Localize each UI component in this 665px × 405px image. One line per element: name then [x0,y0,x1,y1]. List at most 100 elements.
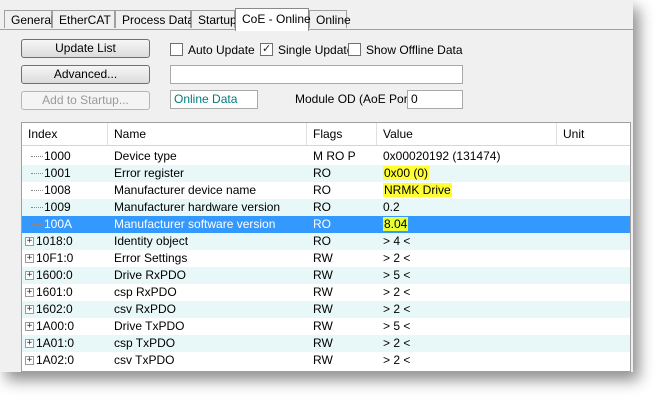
module-od-label: Module OD (AoE Port): [295,92,419,106]
module-od-input[interactable]: 0 [407,90,463,109]
tab-process-data[interactable]: Process Data [115,10,194,28]
table-header: Index Name Flags Value Unit [22,123,630,146]
highlighted-value: NRMK Drive [383,183,452,197]
show-offline-data-checkbox[interactable]: Show Offline Data [348,42,463,58]
table-row[interactable]: +1A01:0 csp TxPDO RW > 2 < [22,335,630,352]
cell-flags: RW [313,336,333,350]
cell-flags: RW [313,285,333,299]
cell-value: > 5 < [383,319,411,333]
cell-flags: RW [313,268,333,282]
expand-icon[interactable]: + [25,356,34,365]
coe-object-table: Index Name Flags Value Unit 1000 Device t… [21,122,631,372]
table-row[interactable]: +1600:0 Drive RxPDO RW > 5 < [22,267,630,284]
expand-icon[interactable]: + [25,254,34,263]
cell-name: csp TxPDO [114,336,176,350]
cell-index: 1A01:0 [36,336,75,350]
cell-index: 1600:0 [36,268,73,282]
cell-flags: RO [313,234,331,248]
table-row[interactable]: 1008 Manufacturer device name RO NRMK Drive [22,182,630,199]
tab-bar: General EtherCAT Process Data Startup Co… [0,8,633,31]
cell-flags: RO [313,217,331,231]
cell-index: 1601:0 [36,285,73,299]
tab-general[interactable]: General [4,10,54,28]
cell-index: 1018:0 [36,234,73,248]
tab-ethercat[interactable]: EtherCAT [52,10,115,28]
cell-index: 1009 [44,200,71,214]
cell-index: 100A [44,217,73,231]
table-row[interactable]: +1A02:0 csv TxPDO RW > 2 < [22,352,630,369]
highlighted-value: 8.04 [383,217,409,231]
show-offline-data-box[interactable] [348,43,361,56]
cell-value: 8.04 [383,216,409,233]
cell-flags: RO [313,200,331,214]
table-row[interactable]: 100A Manufacturer software version RO 8.04 [22,216,630,233]
auto-update-box[interactable] [170,43,183,56]
tree-line [31,173,43,174]
tab-coe-online[interactable]: CoE - Online [235,8,311,31]
cell-value: 0x00020192 (131474) [383,149,501,163]
expand-icon[interactable]: + [25,322,34,331]
cell-name: Drive TxPDO [114,319,185,333]
advanced-button[interactable]: Advanced... [21,65,150,84]
expand-icon[interactable]: + [25,271,34,280]
expand-icon[interactable]: + [25,237,34,246]
cell-value: > 2 < [383,285,411,299]
cell-value: > 2 < [383,336,411,350]
cell-value: NRMK Drive [383,182,452,199]
table-row[interactable]: +1601:0 csp RxPDO RW > 2 < [22,284,630,301]
cell-name: Manufacturer hardware version [114,200,281,214]
cell-flags: RO [313,166,331,180]
cell-flags: RW [313,251,333,265]
expand-icon[interactable]: + [25,339,34,348]
cell-index: 1A02:0 [36,353,75,367]
cell-name: Manufacturer software version [114,217,276,231]
tree-line [31,190,43,191]
advanced-info-field[interactable] [170,65,463,84]
show-offline-data-label: Show Offline Data [366,43,463,57]
cell-name: Drive RxPDO [114,268,187,282]
update-list-button[interactable]: Update List [21,39,150,58]
expand-icon[interactable]: + [25,288,34,297]
tab-startup[interactable]: Startup [191,10,237,28]
cell-value: 0x00 (0) [383,165,430,182]
auto-update-checkbox[interactable]: Auto Update [170,42,255,58]
table-row[interactable]: +10F1:0 Error Settings RW > 2 < [22,250,630,267]
tree-line [31,207,43,208]
cell-value: 0.2 [383,200,400,214]
auto-update-label: Auto Update [188,43,255,57]
cell-flags: RW [313,319,333,333]
cell-index: 1008 [44,183,71,197]
add-to-startup-button[interactable]: Add to Startup... [21,91,150,110]
cell-index: 1602:0 [36,302,73,316]
table-row[interactable]: 1000 Device type M RO P 0x00020192 (131474) [22,148,630,165]
tree-line [31,224,43,225]
column-header-flags[interactable]: Flags [307,123,377,145]
table-row[interactable]: +1018:0 Identity object RO > 4 < [22,233,630,250]
table-row[interactable]: +1602:0 csv RxPDO RW > 2 < [22,301,630,318]
table-row[interactable]: +1A00:0 Drive TxPDO RW > 5 < [22,318,630,335]
column-header-value[interactable]: Value [377,123,557,145]
tree-line [31,156,43,157]
online-data-field: Online Data [170,90,258,109]
highlighted-value: 0x00 (0) [383,166,430,180]
cell-flags: RW [313,353,333,367]
coe-online-window: General EtherCAT Process Data Startup Co… [0,0,633,372]
cell-name: Error register [114,166,185,180]
cell-name: Manufacturer device name [114,183,257,197]
column-header-name[interactable]: Name [108,123,307,145]
cell-value: > 5 < [383,268,411,282]
single-update-label: Single Update [278,43,354,57]
tab-online[interactable]: Online [309,10,351,28]
cell-name: Device type [114,149,177,163]
column-header-index[interactable]: Index [22,123,108,145]
coe-online-panel: Update List Advanced... Add to Startup..… [3,30,631,372]
single-update-checkbox[interactable]: Single Update [260,41,354,58]
cell-index: 1000 [44,149,71,163]
cell-name: Identity object [114,234,189,248]
table-row[interactable]: 1001 Error register RO 0x00 (0) [22,165,630,182]
column-header-unit[interactable]: Unit [557,123,630,145]
table-row[interactable]: 1009 Manufacturer hardware version RO 0.2 [22,199,630,216]
expand-icon[interactable]: + [25,305,34,314]
cell-value: > 2 < [383,302,411,316]
single-update-box[interactable] [260,41,273,57]
